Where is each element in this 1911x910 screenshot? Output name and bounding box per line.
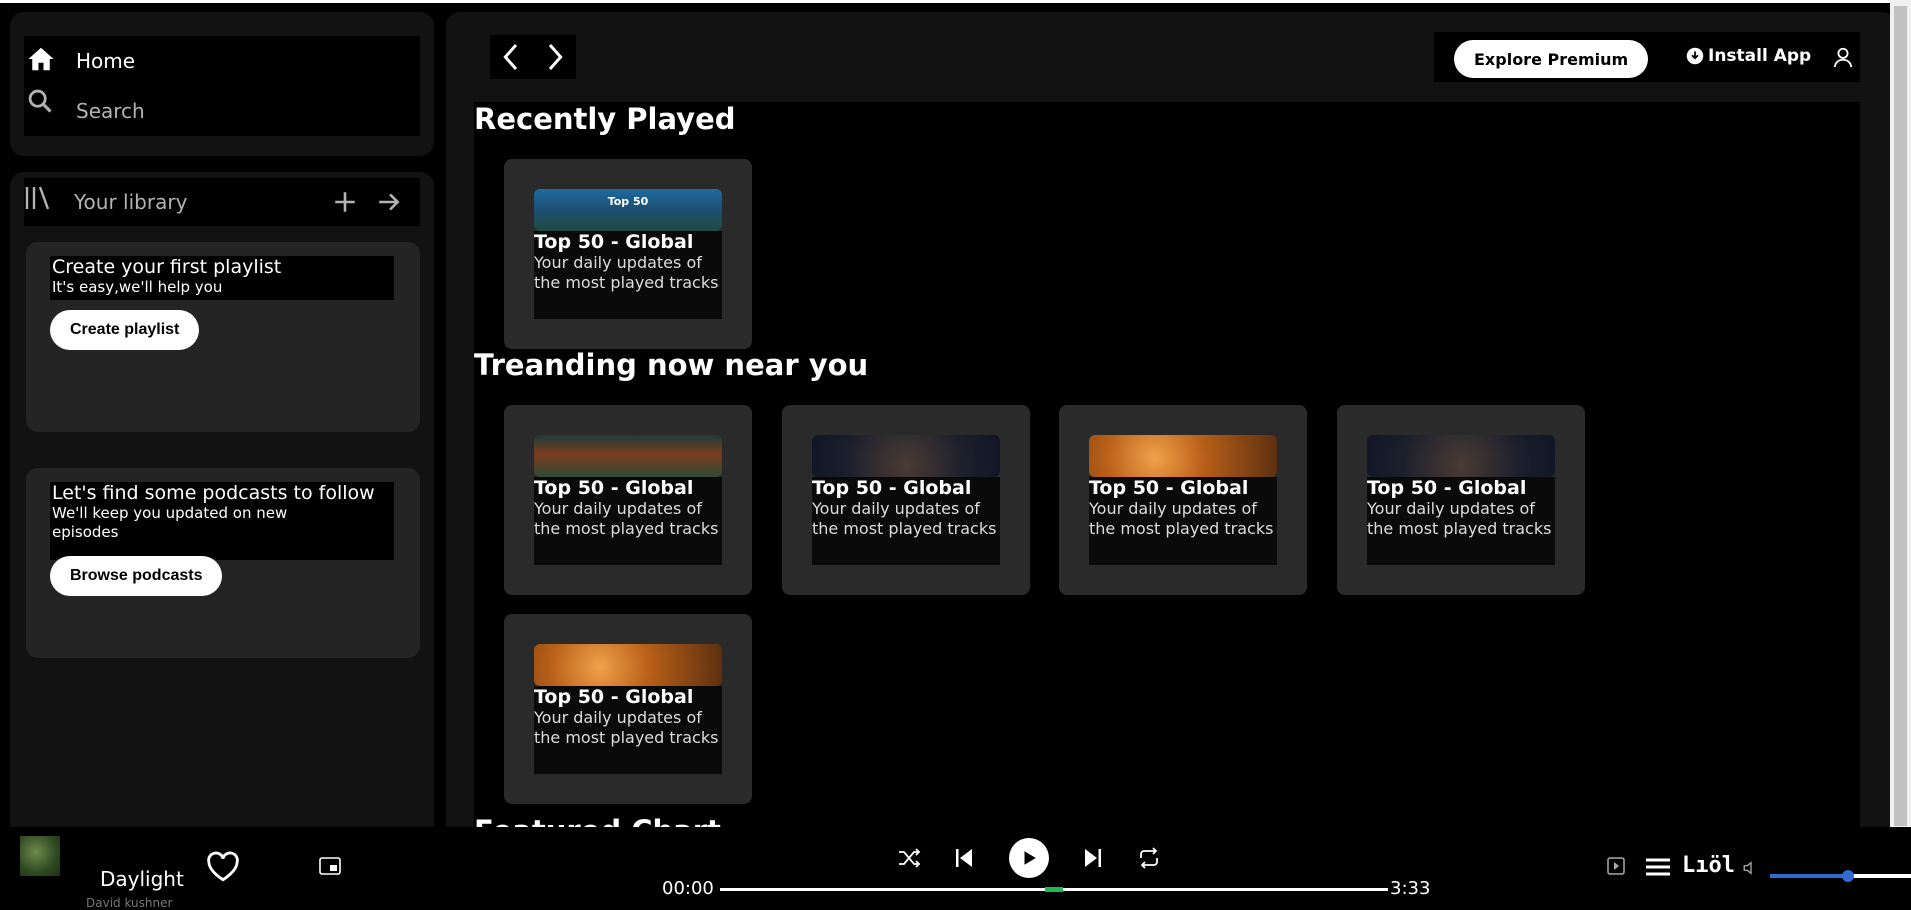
create-playlist-title: Create your first playlist: [52, 256, 282, 278]
volume-icon[interactable]: [1742, 859, 1760, 877]
home-icon: [28, 47, 54, 71]
now-playing-icon[interactable]: [1607, 857, 1625, 875]
nav-search[interactable]: Search: [24, 86, 420, 136]
playlist-meta: Top 50 - Global Your daily updates of th…: [1089, 477, 1277, 565]
playlist-tile[interactable]: Top 50 - Global Your daily updates of th…: [1059, 405, 1307, 595]
nav-home[interactable]: Home: [24, 36, 420, 86]
library-icon[interactable]: [24, 184, 54, 214]
playlist-meta: Top 50 - Global Your daily updates of th…: [1367, 477, 1555, 565]
song-title[interactable]: Daylight: [100, 867, 184, 891]
podcasts-text: Let's find some podcasts to follow We'll…: [50, 482, 394, 560]
create-playlist-text: Create your first playlist It's easy,we'…: [50, 256, 394, 300]
volume-handle[interactable]: [1841, 870, 1854, 882]
playlist-tile[interactable]: Top 50 - Global Your daily updates of th…: [782, 405, 1030, 595]
lyrics-icon[interactable]: Lıöl: [1682, 853, 1735, 878]
scrollbar-thumb[interactable]: [1894, 6, 1907, 826]
playlist-title: Top 50 - Global: [534, 231, 694, 253]
arrow-right-icon[interactable]: [376, 189, 402, 215]
top-actions: Explore Premium Install App: [1434, 32, 1860, 82]
playlist-cover: [534, 644, 722, 686]
playlist-cover: [1089, 435, 1277, 477]
playlist-description: Your daily updates of the most played tr…: [534, 253, 719, 292]
playlist-cover: [534, 435, 722, 477]
content-scroll[interactable]: Recently Played Top 50 Top 50 - Global Y…: [474, 102, 1860, 827]
heart-icon[interactable]: [206, 851, 240, 883]
create-playlist-button[interactable]: Create playlist: [50, 310, 200, 350]
playlist-meta: Top 50 - Global Your daily updates of th…: [534, 231, 722, 319]
nav-search-label: Search: [76, 99, 145, 123]
podcasts-title: Let's find some podcasts to follow: [52, 482, 375, 504]
forward-arrow-icon[interactable]: [538, 41, 570, 73]
progress-bar[interactable]: [720, 887, 1388, 892]
browse-podcasts-button[interactable]: Browse podcasts: [50, 556, 223, 596]
playlist-tile[interactable]: Top 50 - Global Your daily updates of th…: [504, 614, 752, 804]
playlist-meta: Top 50 - Global Your daily updates of th…: [534, 686, 722, 774]
album-art: [20, 836, 60, 876]
volume-level: [1770, 874, 1848, 878]
back-arrow-icon[interactable]: [496, 41, 528, 73]
picture-in-picture-icon[interactable]: [319, 857, 341, 875]
playlist-description: Your daily updates of the most played tr…: [812, 499, 997, 538]
play-icon: [1024, 851, 1036, 865]
playlist-meta: Top 50 - Global Your daily updates of th…: [534, 477, 722, 565]
create-playlist-subtitle: It's easy,we'll help you: [52, 278, 223, 296]
playlist-description: Your daily updates of the most played tr…: [1367, 499, 1552, 538]
volume-slider[interactable]: [1770, 870, 1911, 882]
queue-icon[interactable]: [1644, 855, 1672, 879]
page-scrollbar[interactable]: [1890, 0, 1911, 827]
previous-icon[interactable]: [952, 846, 976, 870]
window-top-border: [0, 0, 1911, 3]
section-title-featured-chart: Featured Chart: [474, 814, 721, 827]
player-bar: Daylight David kushner 00:00 3:33 Lıöl: [0, 827, 1911, 910]
playlist-title: Top 50 - Global: [534, 686, 694, 708]
library-header: Your library: [24, 178, 420, 226]
playlist-cover: Top 50: [534, 189, 722, 231]
repeat-icon[interactable]: [1137, 846, 1161, 870]
install-app-label: Install App: [1708, 46, 1812, 66]
create-playlist-card: Create your first playlist It's easy,we'…: [26, 242, 420, 432]
artist-name[interactable]: David kushner: [86, 896, 172, 910]
plus-icon[interactable]: [332, 189, 358, 215]
main-navigation: Home Search: [10, 12, 434, 156]
explore-premium-button[interactable]: Explore Premium: [1454, 40, 1649, 78]
shuffle-icon[interactable]: [896, 846, 922, 870]
playlist-tile[interactable]: Top 50 Top 50 - Global Your daily update…: [504, 159, 752, 349]
playlist-cover: [1367, 435, 1555, 477]
playlist-description: Your daily updates of the most played tr…: [534, 499, 719, 538]
library-title: Your library: [74, 190, 188, 214]
time-total: 3:33: [1390, 878, 1431, 899]
playlist-title: Top 50 - Global: [1367, 477, 1527, 499]
next-icon[interactable]: [1081, 846, 1105, 870]
cover-text: Top 50: [607, 195, 649, 208]
playlist-title: Top 50 - Global: [1089, 477, 1249, 499]
playlist-tile[interactable]: Top 50 - Global Your daily updates of th…: [504, 405, 752, 595]
history-navigation: [490, 35, 576, 79]
download-icon: [1686, 47, 1704, 65]
install-app-button[interactable]: Install App: [1686, 46, 1811, 66]
playlist-description: Your daily updates of the most played tr…: [1089, 499, 1274, 538]
playlist-meta: Top 50 - Global Your daily updates of th…: [812, 477, 1000, 565]
podcasts-subtitle: We'll keep you updated on new episodes: [52, 504, 288, 541]
playlist-tile[interactable]: Top 50 - Global Your daily updates of th…: [1337, 405, 1585, 595]
playlist-description: Your daily updates of the most played tr…: [534, 708, 719, 747]
playlist-title: Top 50 - Global: [534, 477, 694, 499]
section-title-recently-played: Recently Played: [474, 102, 736, 136]
playlist-title: Top 50 - Global: [812, 477, 972, 499]
progress-marker: [1045, 887, 1063, 892]
nav-home-label: Home: [76, 49, 136, 73]
browse-podcasts-card: Let's find some podcasts to follow We'll…: [26, 468, 420, 658]
main-content: Explore Premium Install App Recently Pla…: [446, 12, 1896, 827]
section-title-trending: Treanding now near you: [474, 348, 869, 382]
user-icon[interactable]: [1832, 46, 1854, 68]
library-panel: Your library Create your first playlist …: [10, 172, 434, 827]
play-button[interactable]: [1009, 838, 1049, 878]
playlist-cover: [812, 435, 1000, 477]
time-current: 00:00: [662, 878, 714, 899]
search-icon: [28, 89, 52, 113]
